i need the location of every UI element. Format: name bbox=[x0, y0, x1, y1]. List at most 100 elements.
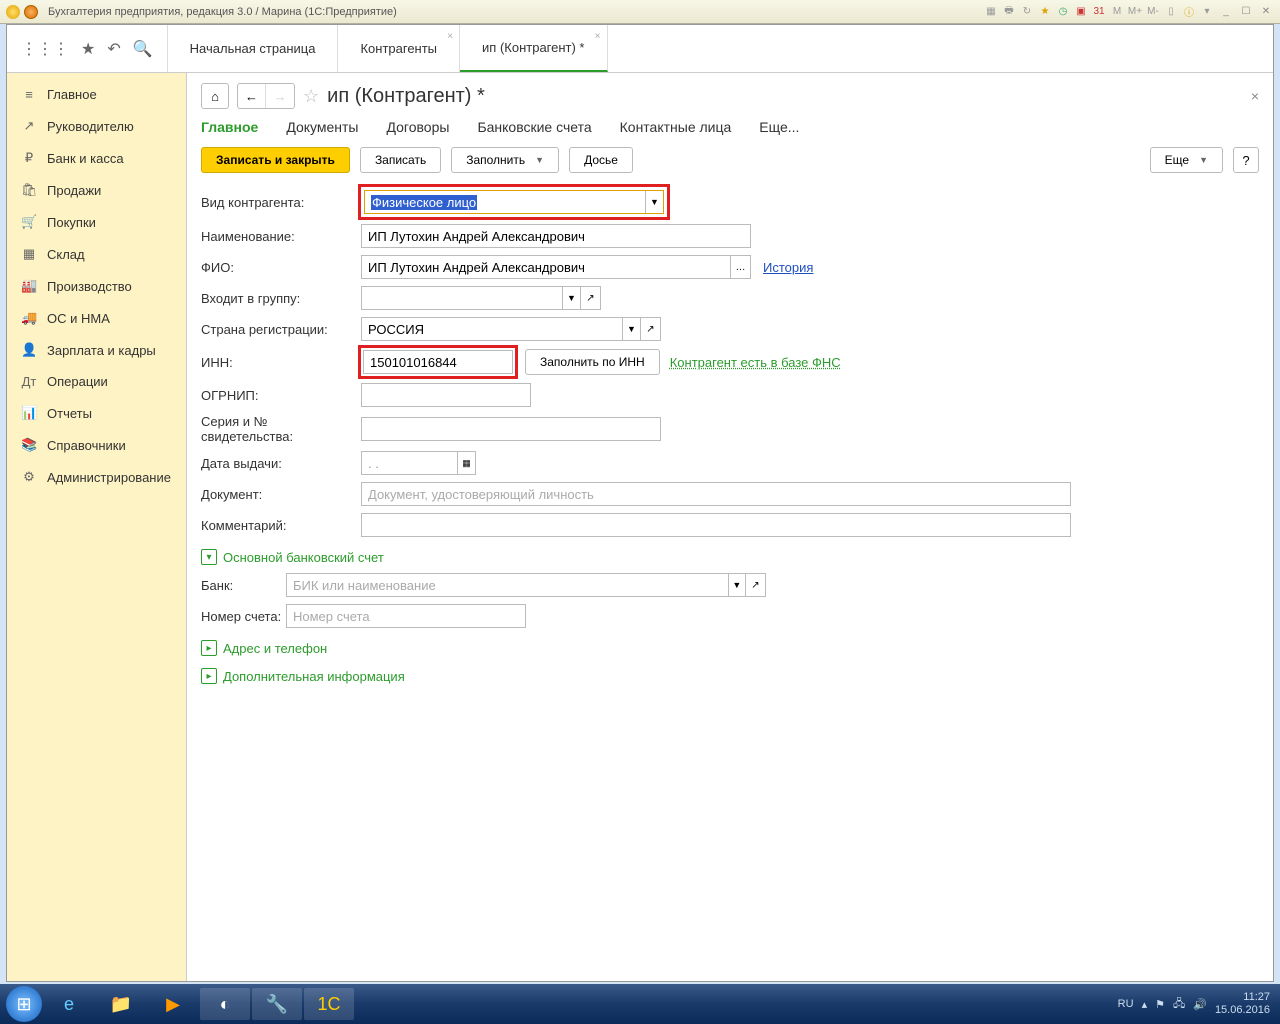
bank-input[interactable] bbox=[287, 574, 728, 596]
dossier-button[interactable]: Досье bbox=[569, 147, 633, 173]
sidebar-item-bank[interactable]: ₽Банк и касса bbox=[7, 142, 186, 174]
close-icon[interactable]: × bbox=[595, 31, 601, 42]
lang-indicator[interactable]: RU bbox=[1118, 998, 1134, 1010]
fill-by-inn-button[interactable]: Заполнить по ИНН bbox=[525, 349, 660, 375]
inn-input[interactable] bbox=[363, 350, 513, 374]
sidebar-item-salary[interactable]: 👤Зарплата и кадры bbox=[7, 334, 186, 366]
sidebar-item-admin[interactable]: ⚙Администрирование bbox=[7, 461, 186, 493]
open-button[interactable]: ↗ bbox=[641, 317, 661, 341]
forward-button[interactable]: → bbox=[266, 84, 294, 108]
tab-home[interactable]: Начальная страница bbox=[168, 25, 339, 72]
taskbar-media[interactable]: ▶ bbox=[148, 988, 198, 1020]
subtab-main[interactable]: Главное bbox=[201, 119, 258, 135]
toolbar-icon[interactable]: 🖶 bbox=[1002, 5, 1016, 19]
panel-icon[interactable]: ▯ bbox=[1164, 5, 1178, 19]
acct-input[interactable] bbox=[286, 604, 526, 628]
section-extra-toggle[interactable]: ▸ Дополнительная информация bbox=[201, 668, 1259, 684]
subtab-docs[interactable]: Документы bbox=[286, 119, 358, 135]
comment-label: Комментарий: bbox=[201, 518, 361, 533]
toolbar-icon[interactable]: ▦ bbox=[984, 5, 998, 19]
sidebar-item-main[interactable]: ≡Главное bbox=[7, 79, 186, 110]
star-icon[interactable]: ★ bbox=[81, 39, 95, 59]
subtab-bank[interactable]: Банковские счета bbox=[477, 119, 591, 135]
calendar-icon[interactable]: 31 bbox=[1092, 5, 1106, 19]
chevron-down-icon[interactable]: ▼ bbox=[645, 191, 663, 213]
more-button[interactable]: Еще▼ bbox=[1150, 147, 1223, 173]
tab-current[interactable]: ип (Контрагент) *× bbox=[460, 25, 607, 72]
country-select[interactable]: РОССИЯ ▼ bbox=[361, 317, 641, 341]
tray-network-icon[interactable]: 🖧 bbox=[1173, 995, 1185, 1014]
clock[interactable]: 11:27 15.06.2016 bbox=[1215, 991, 1274, 1017]
maximize-button[interactable]: ☐ bbox=[1238, 5, 1254, 19]
save-close-button[interactable]: Записать и закрыть bbox=[201, 147, 350, 173]
sidebar-item-sales[interactable]: 🛍Продажи bbox=[7, 174, 186, 206]
acct-label: Номер счета: bbox=[201, 609, 286, 624]
toolbar-icon[interactable]: ◷ bbox=[1056, 5, 1070, 19]
start-button[interactable]: ⊞ bbox=[6, 986, 42, 1022]
sidebar-item-reports[interactable]: 📊Отчеты bbox=[7, 397, 186, 429]
m-plus-button[interactable]: M+ bbox=[1128, 5, 1142, 19]
back-button[interactable]: ← bbox=[238, 84, 266, 108]
home-button[interactable]: ⌂ bbox=[201, 83, 229, 109]
dropdown-icon[interactable] bbox=[24, 5, 38, 19]
name-input[interactable] bbox=[361, 224, 751, 248]
ogrnip-input[interactable] bbox=[361, 383, 531, 407]
tab-contragents[interactable]: Контрагенты× bbox=[338, 25, 460, 72]
sidebar-item-manager[interactable]: ↗Руководителю bbox=[7, 110, 186, 142]
bank-select[interactable]: ▼ bbox=[286, 573, 746, 597]
sidebar-item-warehouse[interactable]: ▦Склад bbox=[7, 238, 186, 270]
ellipsis-button[interactable]: … bbox=[731, 255, 751, 279]
toolbar-icon[interactable]: ↻ bbox=[1020, 5, 1034, 19]
favorite-icon[interactable]: ☆ bbox=[303, 86, 319, 107]
fns-link[interactable]: Контрагент есть в базе ФНС bbox=[670, 355, 841, 370]
star-icon[interactable]: ★ bbox=[1038, 5, 1052, 19]
taskbar-ie[interactable]: e bbox=[44, 988, 94, 1020]
close-window-button[interactable]: ✕ bbox=[1258, 5, 1274, 19]
history-icon[interactable]: ↶ bbox=[107, 39, 120, 59]
cert-input[interactable] bbox=[361, 417, 661, 441]
close-icon[interactable]: × bbox=[447, 31, 453, 42]
history-link[interactable]: История bbox=[763, 260, 813, 275]
taskbar-chrome[interactable]: ◐ bbox=[200, 988, 250, 1020]
dropdown-caret[interactable]: ▾ bbox=[1200, 5, 1214, 19]
section-bank-toggle[interactable]: ▾ Основной банковский счет bbox=[201, 549, 1259, 565]
fill-button[interactable]: Заполнить▼ bbox=[451, 147, 559, 173]
chevron-down-icon[interactable]: ▼ bbox=[562, 287, 580, 309]
calendar-icon[interactable]: ▦ bbox=[457, 452, 475, 474]
issue-date-input[interactable]: . . ▦ bbox=[361, 451, 476, 475]
help-button[interactable]: ? bbox=[1233, 147, 1259, 173]
sidebar-item-reference[interactable]: 📚Справочники bbox=[7, 429, 186, 461]
subtab-contacts[interactable]: Контактные лица bbox=[620, 119, 732, 135]
m-minus-button[interactable]: M- bbox=[1146, 5, 1160, 19]
fio-input[interactable] bbox=[361, 255, 731, 279]
doc-input[interactable] bbox=[361, 482, 1071, 506]
group-select[interactable]: ▼ bbox=[361, 286, 581, 310]
type-select[interactable]: Физическое лицо ▼ bbox=[364, 190, 664, 214]
tray-icon[interactable]: ▴ bbox=[1142, 998, 1148, 1011]
subtab-contracts[interactable]: Договоры bbox=[387, 119, 450, 135]
taskbar-1c[interactable]: 1C bbox=[304, 988, 354, 1020]
toolbar-icon[interactable]: ▣ bbox=[1074, 5, 1088, 19]
taskbar-app[interactable]: 🔧 bbox=[252, 988, 302, 1020]
sidebar-item-assets[interactable]: 🚚ОС и НМА bbox=[7, 302, 186, 334]
chevron-down-icon[interactable]: ▼ bbox=[728, 574, 745, 596]
m-button[interactable]: M bbox=[1110, 5, 1124, 19]
taskbar-explorer[interactable]: 📁 bbox=[96, 988, 146, 1020]
sidebar-item-production[interactable]: 🏭Производство bbox=[7, 270, 186, 302]
comment-input[interactable] bbox=[361, 513, 1071, 537]
close-page-button[interactable]: × bbox=[1251, 88, 1259, 104]
open-button[interactable]: ↗ bbox=[746, 573, 766, 597]
subtab-more[interactable]: Еще... bbox=[759, 119, 799, 135]
open-button[interactable]: ↗ bbox=[581, 286, 601, 310]
apps-icon[interactable]: ⋮⋮⋮ bbox=[21, 39, 69, 59]
search-icon[interactable]: 🔍 bbox=[133, 39, 153, 59]
section-address-toggle[interactable]: ▸ Адрес и телефон bbox=[201, 640, 1259, 656]
save-button[interactable]: Записать bbox=[360, 147, 441, 173]
tray-volume-icon[interactable]: 🔊 bbox=[1193, 998, 1207, 1011]
sidebar-item-purchases[interactable]: 🛒Покупки bbox=[7, 206, 186, 238]
minimize-button[interactable]: _ bbox=[1218, 5, 1234, 19]
tray-flag-icon[interactable]: ⚑ bbox=[1155, 998, 1165, 1011]
chevron-down-icon[interactable]: ▼ bbox=[622, 318, 640, 340]
info-icon[interactable]: ⓘ bbox=[1182, 5, 1196, 19]
sidebar-item-operations[interactable]: ДтОперации bbox=[7, 366, 186, 397]
